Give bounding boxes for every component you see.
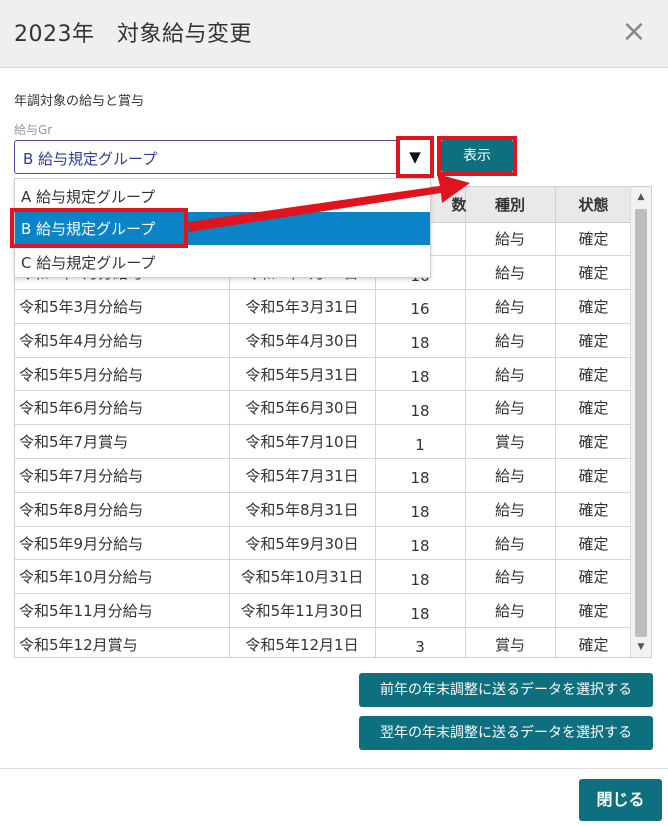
row-name-cell: 令和5年8月分給与	[15, 492, 230, 527]
row-count-cell: 18	[375, 526, 466, 561]
row-state-cell: 確定	[555, 458, 633, 493]
row-date-cell: 令和5年3月31日	[229, 289, 376, 324]
header-kind[interactable]: 種別	[465, 187, 556, 223]
table-scrollbar[interactable]: ▲ ▼	[630, 187, 651, 657]
row-name-cell: 令和5年6月分給与	[15, 390, 230, 426]
footer-divider	[0, 768, 668, 769]
row-date-cell: 令和5年7月31日	[229, 458, 376, 493]
row-state-cell: 確定	[555, 289, 633, 324]
table-row[interactable]: 令和5年6月分給与 令和5年6月30日 18 給与 確定	[15, 390, 633, 426]
row-state-cell: 確定	[555, 627, 633, 657]
row-kind-cell: 給与	[465, 593, 556, 629]
table-row[interactable]: 令和5年4月分給与 令和5年4月30日 18 給与 確定	[15, 323, 633, 358]
row-state-cell: 確定	[555, 390, 633, 426]
row-name-cell: 令和5年12月賞与	[15, 627, 230, 657]
row-date-cell: 令和5年10月31日	[229, 559, 376, 595]
dropdown-option-a[interactable]: A 給与規定グループ	[15, 180, 430, 213]
row-count-cell: 18	[375, 492, 466, 527]
row-date-cell: 令和5年6月30日	[229, 390, 376, 426]
table-row[interactable]: 令和5年8月分給与 令和5年8月31日 18 給与 確定	[15, 492, 633, 527]
row-count-cell: 16	[375, 289, 466, 324]
prev-year-select-button[interactable]: 前年の年末調整に送るデータを選択する	[359, 673, 653, 707]
row-date-cell: 令和5年8月31日	[229, 492, 376, 527]
row-count-cell: 18	[375, 323, 466, 358]
row-date-cell: 令和5年12月1日	[229, 627, 376, 657]
row-kind-cell: 賞与	[465, 424, 556, 460]
row-state-cell: 確定	[555, 526, 633, 561]
row-count-cell: 18	[375, 458, 466, 493]
section-label: 年調対象の給与と賞与	[14, 94, 145, 109]
scroll-up-arrow-icon[interactable]: ▲	[631, 187, 651, 207]
row-kind-cell: 給与	[465, 289, 556, 324]
close-button[interactable]: 閉じる	[579, 779, 662, 821]
show-button[interactable]: 表示	[441, 140, 513, 172]
row-date-cell: 令和5年9月30日	[229, 526, 376, 561]
next-year-select-button[interactable]: 翌年の年末調整に送るデータを選択する	[359, 716, 653, 750]
table-row[interactable]: 令和5年7月分給与 令和5年7月31日 18 給与 確定	[15, 458, 633, 493]
table-row[interactable]: 令和5年7月賞与 令和5年7月10日 1 賞与 確定	[15, 424, 633, 460]
dropdown-option-c[interactable]: C 給与規定グループ	[15, 246, 430, 279]
row-count-cell: 18	[375, 593, 466, 629]
row-state-cell: 確定	[555, 323, 633, 358]
row-name-cell: 令和5年5月分給与	[15, 357, 230, 392]
row-kind-cell: 給与	[465, 357, 556, 392]
row-name-cell: 令和5年11月分給与	[15, 593, 230, 629]
row-state-cell: 確定	[555, 357, 633, 392]
table-row[interactable]: 令和5年12月賞与 令和5年12月1日 3 賞与 確定	[15, 627, 633, 657]
table-row[interactable]: 令和5年9月分給与 令和5年9月30日 18 給与 確定	[15, 526, 633, 561]
row-kind-cell: 給与	[465, 255, 556, 291]
group-select[interactable]: B 給与規定グループ	[14, 140, 400, 174]
row-count-cell: 18	[375, 390, 466, 426]
row-count-cell: 1	[375, 424, 466, 460]
group-dropdown-list: A 給与規定グループ B 給与規定グループ C 給与規定グループ	[14, 178, 431, 278]
row-count-cell: 3	[375, 627, 466, 657]
row-name-cell: 令和5年4月分給与	[15, 323, 230, 358]
table-row[interactable]: 令和5年10月分給与 令和5年10月31日 18 給与 確定	[15, 559, 633, 595]
table-body: 令和5年1月分給与令和5年1月31日16給与確定令和5年2月分給与令和5年2月2…	[15, 222, 633, 657]
row-count-cell: 18	[375, 357, 466, 392]
row-name-cell: 令和5年7月賞与	[15, 424, 230, 460]
row-name-cell: 令和5年9月分給与	[15, 526, 230, 561]
table-row[interactable]: 令和5年3月分給与 令和5年3月31日 16 給与 確定	[15, 289, 633, 324]
row-kind-cell: 給与	[465, 559, 556, 595]
row-kind-cell: 給与	[465, 458, 556, 493]
row-name-cell: 令和5年10月分給与	[15, 559, 230, 595]
table-row[interactable]: 令和5年11月分給与 令和5年11月30日 18 給与 確定	[15, 593, 633, 629]
close-icon[interactable]: ×	[620, 17, 648, 47]
row-kind-cell: 賞与	[465, 627, 556, 657]
row-date-cell: 令和5年7月10日	[229, 424, 376, 460]
row-kind-cell: 給与	[465, 526, 556, 561]
scroll-down-arrow-icon[interactable]: ▼	[631, 637, 651, 657]
dialog-header: 2023年 対象給与変更 ×	[0, 0, 668, 68]
row-name-cell: 令和5年7月分給与	[15, 458, 230, 493]
dropdown-arrow-button[interactable]: ▼	[396, 136, 434, 178]
row-date-cell: 令和5年5月31日	[229, 357, 376, 392]
dialog-title: 2023年 対象給与変更	[14, 22, 252, 47]
row-name-cell: 令和5年3月分給与	[15, 289, 230, 324]
row-kind-cell: 給与	[465, 323, 556, 358]
table-row[interactable]: 令和5年5月分給与 令和5年5月31日 18 給与 確定	[15, 357, 633, 392]
row-state-cell: 確定	[555, 559, 633, 595]
row-date-cell: 令和5年4月30日	[229, 323, 376, 358]
scroll-thumb[interactable]	[635, 209, 647, 637]
row-state-cell: 確定	[555, 424, 633, 460]
header-state[interactable]: 状態	[555, 187, 633, 223]
group-field-label: 給与Gr	[14, 123, 53, 137]
row-state-cell: 確定	[555, 492, 633, 527]
row-state-cell: 確定	[555, 593, 633, 629]
row-kind-cell: 給与	[465, 222, 556, 257]
row-state-cell: 確定	[555, 255, 633, 291]
row-date-cell: 令和5年11月30日	[229, 593, 376, 629]
row-kind-cell: 給与	[465, 492, 556, 527]
dropdown-option-b[interactable]: B 給与規定グループ	[15, 212, 430, 245]
row-state-cell: 確定	[555, 222, 633, 257]
row-kind-cell: 給与	[465, 390, 556, 426]
row-count-cell: 18	[375, 559, 466, 595]
